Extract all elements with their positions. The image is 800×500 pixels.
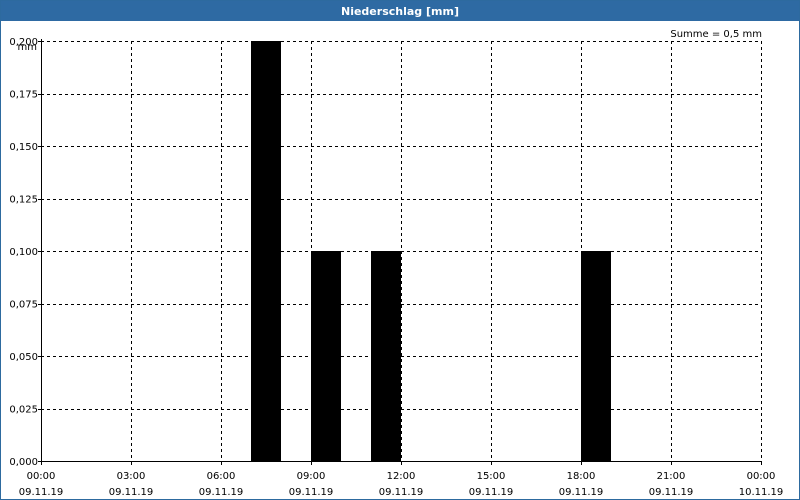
y-tick-label: 0,125 xyxy=(9,195,38,206)
x-tick-date-label: 09.11.19 xyxy=(109,487,154,498)
x-tick-time-label: 15:00 xyxy=(477,471,506,482)
y-tick-label: 0,175 xyxy=(9,90,38,101)
y-tick-label: 0,150 xyxy=(9,142,38,153)
precipitation-bar xyxy=(581,251,611,461)
x-tick-time-label: 09:00 xyxy=(297,471,326,482)
y-tick-label: 0,100 xyxy=(9,247,38,258)
grid-lines xyxy=(41,41,762,462)
x-tick-time-label: 12:00 xyxy=(387,471,416,482)
x-tick-time-label: 06:00 xyxy=(207,471,236,482)
precipitation-bar xyxy=(251,41,281,461)
x-tick-date-label: 10.11.19 xyxy=(739,487,784,498)
precipitation-bar xyxy=(311,251,341,461)
x-tick-date-label: 09.11.19 xyxy=(559,487,604,498)
x-tick-date-label: 09.11.19 xyxy=(19,487,64,498)
x-tick-time-label: 03:00 xyxy=(117,471,146,482)
x-tick-time-label: 18:00 xyxy=(567,471,596,482)
chart-window: Niederschlag [mm] mm Summe = 0,5 mm 0,00… xyxy=(0,0,800,500)
precipitation-chart: mm Summe = 0,5 mm 0,0000,0250,0500,0750,… xyxy=(9,29,784,498)
y-tick-label: 0,050 xyxy=(9,352,38,363)
y-tick-label: 0,200 xyxy=(9,37,38,48)
x-tick-time-label: 00:00 xyxy=(747,471,776,482)
x-tick-date-label: 09.11.19 xyxy=(649,487,694,498)
y-tick-labels: 0,000 0,025 0,050 0,075 0,100 0,125 0,150 0,175… xyxy=(9,37,38,468)
x-tick-date-label: 09.11.19 xyxy=(379,487,424,498)
x-tick-date-label: 09.11.19 xyxy=(199,487,244,498)
x-tick-date-label: 09.11.19 xyxy=(469,487,514,498)
precipitation-bar xyxy=(371,251,401,461)
sum-annotation: Summe = 0,5 mm xyxy=(670,29,762,40)
y-tick-label: 0,075 xyxy=(9,300,38,311)
y-tick-label: 0,025 xyxy=(9,405,38,416)
x-tick-date-label: 09.11.19 xyxy=(289,487,334,498)
x-tick-labels: 00:00 09.11.19 03:00 09.11.19 06:00 09.11.19 0… xyxy=(19,471,784,498)
y-tick-label: 0,000 xyxy=(9,457,38,468)
x-tick-time-label: 21:00 xyxy=(657,471,686,482)
x-tick-time-label: 00:00 xyxy=(27,471,56,482)
